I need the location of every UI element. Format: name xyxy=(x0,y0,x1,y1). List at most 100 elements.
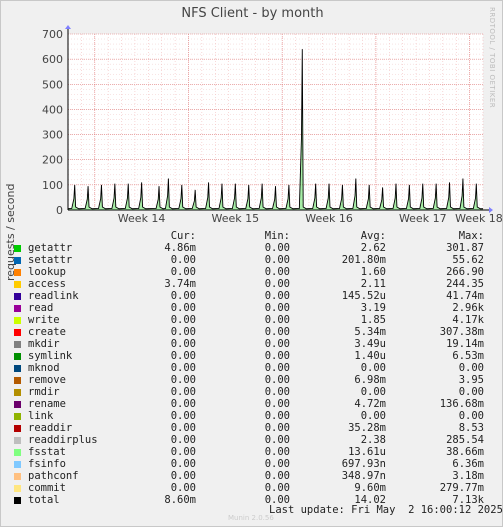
legend-name: total xyxy=(28,494,60,506)
legend-name: lookup xyxy=(28,266,66,278)
legend-min: 0.00 xyxy=(264,338,290,350)
plot-background xyxy=(68,34,483,210)
x-axis-ticks: Week 14 Week 15 Week 16 Week 17 Week 18 xyxy=(118,212,503,225)
legend-max: 0.00 xyxy=(458,386,484,398)
legend-cur: 0.00 xyxy=(170,386,196,398)
legend-cur: 0.00 xyxy=(170,482,196,494)
legend-min: 0.00 xyxy=(264,458,290,470)
legend-min: 0.00 xyxy=(264,422,290,434)
legend-avg: 348.97n xyxy=(341,470,386,482)
legend-cur: 0.00 xyxy=(170,470,196,482)
legend-cur: 0.00 xyxy=(170,326,196,338)
legend-swatch xyxy=(14,437,21,444)
legend-min: 0.00 xyxy=(264,302,290,314)
legend-avg: 0.00 xyxy=(360,362,386,374)
legend-row-symlink: symlink 0.00 0.00 1.40u 6.53m xyxy=(1,350,503,362)
legend-avg: 9.60m xyxy=(354,482,386,494)
legend-row-setattr: setattr 0.00 0.00 201.80m 55.62 xyxy=(1,254,503,266)
legend-avg: 4.72m xyxy=(354,398,386,410)
legend-swatch xyxy=(14,269,21,276)
legend-max: 38.66m xyxy=(446,446,484,458)
legend-row-readdirplus: readdirplus 0.00 0.00 2.38 285.54 xyxy=(1,434,503,446)
legend-name: rmdir xyxy=(28,386,60,398)
legend-row-readdir: readdir 0.00 0.00 35.28m 8.53 xyxy=(1,422,503,434)
legend-swatch xyxy=(14,473,21,480)
legend-avg: 3.49u xyxy=(354,338,386,350)
legend-min: 0.00 xyxy=(264,266,290,278)
legend-name: getattr xyxy=(28,242,73,254)
legend-cur: 0.00 xyxy=(170,350,196,362)
munin-graph: NFS Client - by month requests / second … xyxy=(0,0,503,527)
legend-cur: 0.00 xyxy=(170,398,196,410)
legend-max: 6.36m xyxy=(452,458,484,470)
legend-min: 0.00 xyxy=(264,446,290,458)
y-tick-label: 0 xyxy=(56,204,63,217)
legend-name: write xyxy=(28,314,60,326)
legend-avg: 0.00 xyxy=(360,386,386,398)
legend-row-readlink: readlink 0.00 0.00 145.52u 41.74m xyxy=(1,290,503,302)
legend-row-pathconf: pathconf 0.00 0.00 348.97n 3.18m xyxy=(1,470,503,482)
legend-cur: 0.00 xyxy=(170,434,196,446)
x-tick-label: Week 16 xyxy=(305,212,353,225)
legend-row-fsstat: fsstat 0.00 0.00 13.61u 38.66m xyxy=(1,446,503,458)
legend-max: 55.62 xyxy=(452,254,484,266)
chart-area: 0100200300400500600700 Week 14 Week 15 Wee… xyxy=(42,25,503,225)
legend-swatch xyxy=(14,365,21,372)
legend-avg: 697.93n xyxy=(341,458,386,470)
legend-min: 0.00 xyxy=(264,374,290,386)
x-tick-label: Week 17 xyxy=(399,212,447,225)
legend-swatch xyxy=(14,461,21,468)
legend-max: 41.74m xyxy=(446,290,484,302)
legend-max: 0.00 xyxy=(458,362,484,374)
legend-min: 0.00 xyxy=(264,362,290,374)
legend-min: 0.00 xyxy=(264,242,290,254)
legend-name: create xyxy=(28,326,66,338)
legend-cur: 0.00 xyxy=(170,410,196,422)
legend-max: 136.68m xyxy=(439,398,484,410)
legend-row-create: create 0.00 0.00 5.34m 307.38m xyxy=(1,326,503,338)
y-tick-label: 100 xyxy=(42,179,63,192)
legend-min: 0.00 xyxy=(264,350,290,362)
legend-swatch xyxy=(14,245,21,252)
y-tick-label: 600 xyxy=(42,53,63,66)
legend-row-rename: rename 0.00 0.00 4.72m 136.68m xyxy=(1,398,503,410)
legend-swatch xyxy=(14,401,21,408)
legend-name: symlink xyxy=(28,350,73,362)
legend-name: link xyxy=(28,410,54,422)
legend-name: remove xyxy=(28,374,66,386)
munin-brand: Munin 2.0.56 xyxy=(228,514,274,522)
legend-cur: 3.74m xyxy=(164,278,196,290)
legend-max: 6.53m xyxy=(452,350,484,362)
legend-swatch xyxy=(14,449,21,456)
legend-row-commit: commit 0.00 0.00 9.60m 279.77m xyxy=(1,482,503,494)
last-update: Last update: Fri May 2 16:00:12 2025 xyxy=(269,504,503,516)
legend-swatch xyxy=(14,353,21,360)
legend-avg: 0.00 xyxy=(360,410,386,422)
legend-row-write: write 0.00 0.00 1.85 4.17k xyxy=(1,314,503,326)
legend-row-remove: remove 0.00 0.00 6.98m 3.95 xyxy=(1,374,503,386)
legend-avg: 5.34m xyxy=(354,326,386,338)
legend-swatch xyxy=(14,485,21,492)
grid xyxy=(67,33,484,211)
legend-swatch xyxy=(14,341,21,348)
legend-min: 0.00 xyxy=(264,254,290,266)
legend-name: fsinfo xyxy=(28,458,66,470)
legend-max: 3.18m xyxy=(452,470,484,482)
legend-avg: 35.28m xyxy=(348,422,386,434)
legend-avg: 2.11 xyxy=(360,278,386,290)
legend-name: read xyxy=(28,302,54,314)
legend-min: 0.00 xyxy=(264,290,290,302)
legend-min: 0.00 xyxy=(264,386,290,398)
legend-min: 0.00 xyxy=(264,398,290,410)
legend-swatch xyxy=(14,497,21,504)
x-tick-label: Week 14 xyxy=(118,212,166,225)
y-tick-label: 500 xyxy=(42,78,63,91)
legend-row-rmdir: rmdir 0.00 0.00 0.00 0.00 xyxy=(1,386,503,398)
legend-cur: 0.00 xyxy=(170,362,196,374)
legend-row-lookup: lookup 0.00 0.00 1.60 266.90 xyxy=(1,266,503,278)
header-cur: Cur: xyxy=(170,230,196,242)
legend-row-access: access 3.74m 0.00 2.11 244.35 xyxy=(1,278,503,290)
legend-avg: 1.60 xyxy=(360,266,386,278)
legend-swatch xyxy=(14,389,21,396)
legend-name: pathconf xyxy=(28,470,79,482)
